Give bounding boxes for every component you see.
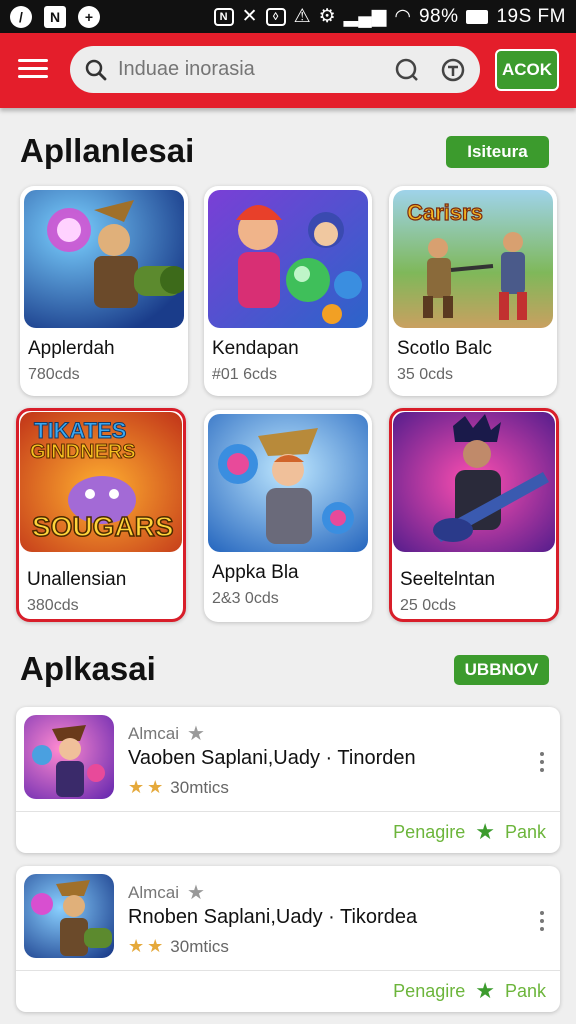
list-item-title: Rnoben Saplani,Uady · Tikordea (128, 906, 418, 928)
filter-icon[interactable] (440, 57, 466, 83)
section-action-button[interactable]: Isiteura (446, 136, 549, 168)
app-count: 2&3 0cds (212, 590, 279, 607)
app-card[interactable]: Applerdah 780cds (20, 186, 188, 396)
list-item-title: Vaoben Saplani,Uady · Tinorden (128, 747, 416, 769)
list-item[interactable]: Almcai ★ Vaoben Saplani,Uady · Tinorden … (16, 707, 560, 853)
pin-star-icon: ★ (187, 723, 205, 745)
more-options-icon[interactable] (536, 749, 548, 779)
section-title: Apllanlesai (20, 132, 195, 169)
app-thumbnail: Carisrs (393, 190, 553, 328)
rank-link[interactable]: Pank (505, 822, 546, 843)
star-icon: ★ (147, 777, 164, 797)
art-title: Carisrs (407, 200, 483, 225)
nfc-icon: N (213, 7, 234, 26)
shield-icon: ◊ (265, 7, 286, 26)
app-count: 780cds (28, 366, 80, 383)
settings-icon: ⚙ (318, 6, 336, 27)
app-count: #01 6cds (212, 366, 277, 383)
app-name: Scotlo Balc (397, 338, 493, 359)
app-count: 380cds (27, 597, 79, 614)
header-action-button[interactable]: ACOK (495, 49, 559, 91)
rank-link[interactable]: Pank (505, 981, 546, 1002)
section-title: Aplkasai (20, 650, 156, 687)
app-thumbnail (393, 412, 555, 552)
more-options-icon[interactable] (536, 908, 548, 938)
app-card[interactable]: Carisrs Scotlo Balc 35 0cds (389, 186, 557, 396)
wifi-icon: ◠ (394, 6, 411, 27)
app-name: Kendapan (212, 338, 299, 359)
app-count: 25 0cds (400, 597, 457, 614)
slash-icon: / (10, 5, 32, 28)
section-action-button[interactable]: UBBNOV (454, 655, 549, 685)
battery-percent: 98% (418, 5, 459, 27)
art-title-top: TIKATES (34, 418, 126, 443)
pin-star-icon: ★ (187, 882, 205, 904)
voice-search-icon[interactable] (394, 57, 420, 83)
star-icon: ★ (128, 936, 145, 956)
app-card[interactable]: Appka Bla 2&3 0cds (204, 410, 372, 622)
star-icon: ★ (128, 777, 145, 797)
alert-icon: ⚠ (293, 6, 311, 27)
mute-icon: ✕ (241, 6, 258, 27)
app-thumbnail (208, 190, 368, 328)
app-name: Appka Bla (212, 562, 299, 583)
signal-icon: ▂▄▆ (343, 6, 387, 27)
menu-icon[interactable] (18, 55, 48, 85)
plus-icon: + (78, 5, 100, 28)
app-bar: ACOK (0, 33, 576, 108)
app-icon: N (44, 5, 66, 28)
search-bar[interactable] (70, 46, 480, 93)
star-icon: ★ (475, 978, 495, 1003)
list-item[interactable]: Almcai ★ Rnoben Saplani,Uady · Tikordea … (16, 866, 560, 1012)
app-thumbnail (24, 190, 184, 328)
app-thumbnail: TIKATES GINDNERS SOUGARS (20, 412, 182, 552)
manage-link[interactable]: Penagire (393, 981, 465, 1002)
app-card-selected[interactable]: Seeltelntan 25 0cds (389, 408, 559, 622)
divider (16, 811, 560, 812)
clock: 19S FM (496, 5, 566, 27)
list-item-thumbnail (24, 715, 114, 799)
art-title-bottom: SOUGARS (32, 511, 174, 542)
star-icon: ★ (475, 819, 495, 844)
app-name: Applerdah (28, 338, 115, 359)
list-item-category: Almcai (128, 882, 180, 902)
app-count: 35 0cds (397, 366, 454, 383)
battery-icon (466, 9, 489, 24)
list-item-category: Almcai (128, 723, 180, 743)
status-bar: / N + N ✕ ◊ ⚠ ⚙ ▂▄▆ ◠ 98% 19S FM (0, 0, 576, 33)
search-icon (85, 59, 107, 80)
search-input[interactable] (118, 58, 368, 81)
art-title-mid: GINDNERS (30, 441, 136, 463)
app-card[interactable]: Kendapan #01 6cds (204, 186, 372, 396)
app-thumbnail (208, 414, 368, 552)
app-card-selected[interactable]: TIKATES GINDNERS SOUGARS Unallensian 380… (16, 408, 186, 622)
app-name: Seeltelntan (400, 569, 496, 590)
list-item-rating: 30mtics (170, 936, 229, 956)
divider (16, 970, 560, 971)
star-icon: ★ (147, 936, 164, 956)
manage-link[interactable]: Penagire (393, 822, 465, 843)
app-name: Unallensian (27, 569, 127, 590)
list-item-rating: 30mtics (170, 777, 229, 797)
list-item-thumbnail (24, 874, 114, 958)
